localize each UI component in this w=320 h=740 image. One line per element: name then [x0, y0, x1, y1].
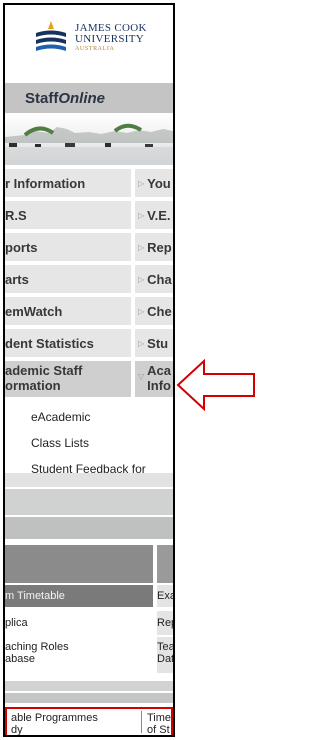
- menu-item-aca[interactable]: ▽ Aca Info: [135, 361, 173, 397]
- link-timetable-programmes[interactable]: able Programmes dy: [11, 712, 98, 735]
- noise-strip: [5, 693, 173, 703]
- menu-row: emWatch ▷ Che: [5, 295, 173, 327]
- menu-item-replica[interactable]: plica: [5, 611, 153, 635]
- campus-banner-image: [5, 113, 173, 165]
- triangle-right-icon: ▷: [138, 338, 145, 348]
- menu-item-exam-timetable[interactable]: m Timetable: [5, 585, 153, 607]
- menu-item-rep[interactable]: ▷ Rep: [135, 233, 173, 261]
- triangle-right-icon: ▷: [138, 242, 145, 252]
- academic-submenu: eAcademic Class Lists Student Feedback f…: [5, 400, 173, 484]
- menu-row: dent Statistics ▷ Stu: [5, 327, 173, 359]
- menu-item-systemwatch[interactable]: emWatch: [5, 297, 131, 325]
- menu-row: arts ▷ Cha: [5, 263, 173, 295]
- triangle-right-icon: ▷: [138, 274, 145, 284]
- menu-item-reports[interactable]: ports: [5, 233, 131, 261]
- menu-item-tea[interactable]: Tea Dat: [157, 637, 173, 673]
- title-prefix: Staff: [25, 89, 59, 107]
- main-menu: r Information ▷ You R.S ▷ V.E. ports ▷ Rep …: [5, 167, 173, 399]
- menu-row: ports ▷ Rep: [5, 231, 173, 263]
- university-country: AUSTRALIA: [75, 46, 115, 52]
- browser-frame: JAMES COOK UNIVERSITY AUSTRALIA StaffOnl…: [3, 3, 175, 737]
- menu-row: R.S ▷ V.E.: [5, 199, 173, 231]
- menu-item-academic-staff-information[interactable]: ademic Staff ormation: [5, 361, 131, 397]
- divider: [141, 711, 142, 733]
- submenu-item-class-lists[interactable]: Class Lists: [31, 436, 89, 450]
- submenu-item-eacademic[interactable]: eAcademic: [31, 410, 90, 424]
- menu-item-student-statistics[interactable]: dent Statistics: [5, 329, 131, 357]
- university-wordmark: JAMES COOK UNIVERSITY AUSTRALIA: [75, 23, 147, 53]
- link-timetable-study[interactable]: Time of St: [147, 712, 171, 735]
- menu-item-teaching-roles-database[interactable]: aching Roles abase: [5, 637, 153, 673]
- menu-item-my-information[interactable]: r Information: [5, 169, 131, 197]
- triangle-down-icon: ▽: [138, 372, 145, 381]
- triangle-right-icon: ▷: [138, 178, 145, 188]
- garbled-menu-block-right: [157, 545, 173, 583]
- menu-item-charts[interactable]: arts: [5, 265, 131, 293]
- page-title: StaffOnline: [5, 90, 105, 107]
- university-line2: UNIVERSITY: [75, 33, 144, 45]
- campus-silhouette-icon: [5, 123, 173, 165]
- triangle-right-icon: ▷: [138, 210, 145, 220]
- title-suffix: Online: [58, 89, 106, 107]
- menu-item-stu[interactable]: ▷ Stu: [135, 329, 173, 357]
- menu-item-rep-2[interactable]: Rep: [157, 611, 173, 635]
- menu-row-active: ademic Staff ormation ▽ Aca Info: [5, 359, 173, 399]
- jcu-header: JAMES COOK UNIVERSITY AUSTRALIA: [5, 5, 173, 73]
- menu-item-ve[interactable]: ▷ V.E.: [135, 201, 173, 229]
- pointer-arrow-icon: [176, 358, 255, 412]
- menu-item-your[interactable]: ▷ You: [135, 169, 173, 197]
- menu-item-cha[interactable]: ▷ Cha: [135, 265, 173, 293]
- noise-strip: [5, 681, 173, 691]
- noise-strip: [5, 517, 173, 539]
- menu-item-exa[interactable]: Exa: [157, 585, 173, 607]
- triangle-right-icon: ▷: [138, 306, 145, 316]
- menu-item-rs[interactable]: R.S: [5, 201, 131, 229]
- menu-row: r Information ▷ You: [5, 167, 173, 199]
- garbled-menu-block: [5, 545, 153, 583]
- jcu-logo-icon: [36, 21, 66, 51]
- staff-online-bar: StaffOnline: [5, 83, 173, 113]
- noise-strip: [5, 473, 173, 487]
- noise-strip: [5, 489, 173, 515]
- highlighted-programmes-row: able Programmes dy Time of St: [5, 707, 173, 735]
- menu-item-che[interactable]: ▷ Che: [135, 297, 173, 325]
